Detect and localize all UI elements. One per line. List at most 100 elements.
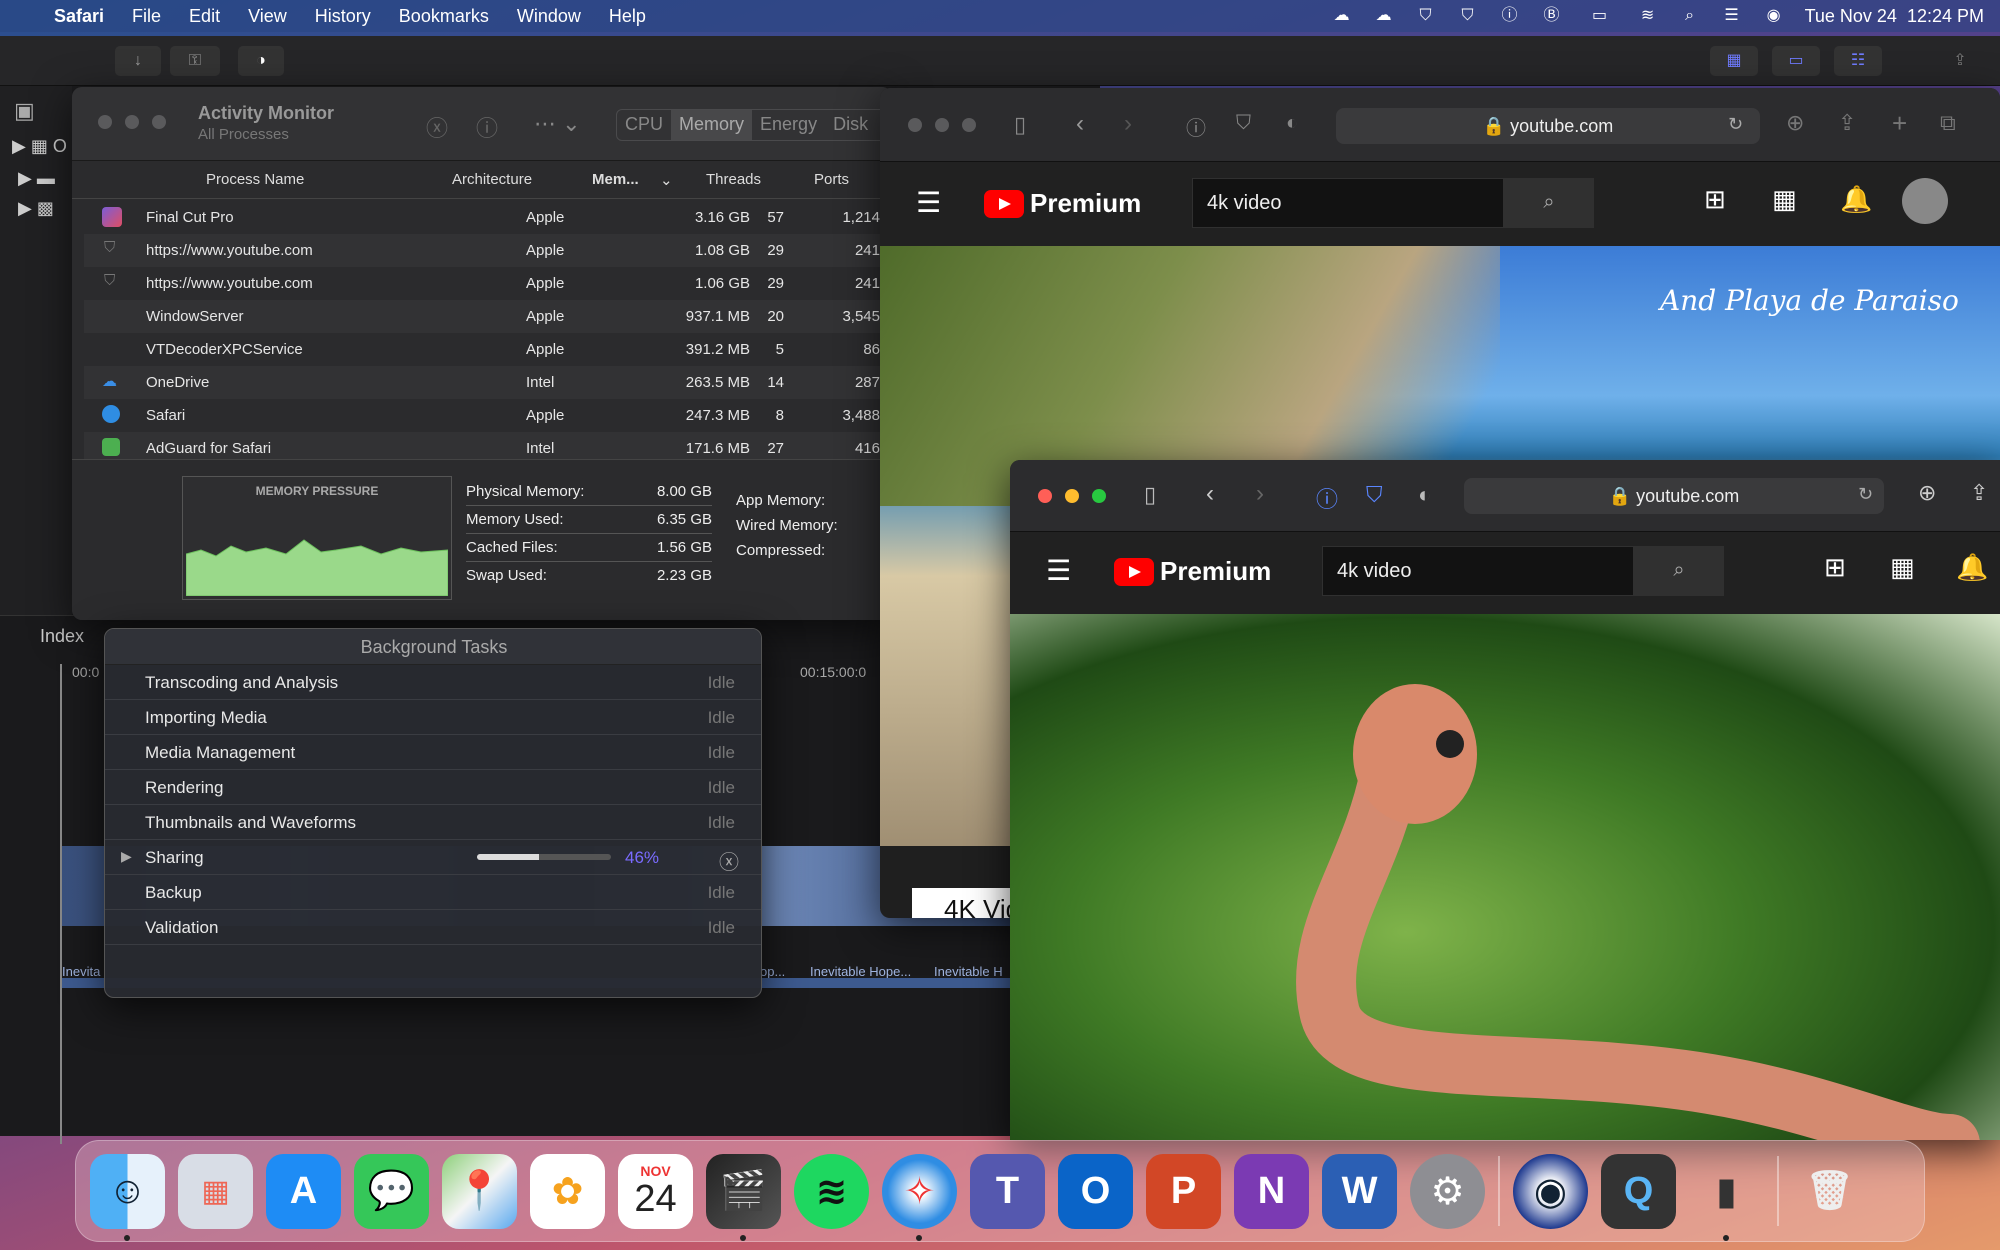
dock-photos-icon[interactable]: ✿ xyxy=(530,1153,605,1229)
task-row[interactable]: Thumbnails and Waveforms Idle xyxy=(105,805,761,840)
table-row[interactable]: AdGuard for Safari Intel 171.6 MB 27 416 xyxy=(84,432,884,459)
apps-icon[interactable]: ▦ xyxy=(1772,184,1797,215)
tabs-overview-icon[interactable]: ⧉ xyxy=(1940,110,1956,136)
task-row[interactable]: Backup Idle xyxy=(105,875,761,910)
col-threads[interactable]: Threads xyxy=(706,171,761,188)
close-button[interactable] xyxy=(1038,489,1052,503)
share-icon[interactable]: ⇪ xyxy=(1970,480,1988,506)
menu-bookmarks[interactable]: Bookmarks xyxy=(385,6,503,27)
apps-icon[interactable]: ▦ xyxy=(1890,552,1915,583)
key-icon[interactable]: ⚿ xyxy=(170,46,220,76)
col-process-name[interactable]: Process Name xyxy=(206,171,304,188)
back-icon[interactable]: ‹ xyxy=(1206,480,1214,508)
password-icon[interactable]: ⓘ xyxy=(1499,7,1521,25)
tab-memory[interactable]: Memory xyxy=(671,110,753,140)
inspector-icon[interactable]: ☷ xyxy=(1834,46,1882,76)
close-button[interactable] xyxy=(98,115,112,129)
bitwarden-icon[interactable]: Ⓑ xyxy=(1541,7,1563,25)
notifications-icon[interactable]: 🔔 xyxy=(1956,552,1988,583)
tab-energy[interactable]: Energy xyxy=(752,110,825,140)
table-row[interactable]: VTDecoderXPCService Apple 391.2 MB 5 86 xyxy=(84,333,884,366)
dock-word-icon[interactable]: W xyxy=(1322,1153,1397,1229)
cancel-icon[interactable]: ⓧ xyxy=(719,846,739,875)
dock-system-preferences-icon[interactable]: ⚙ xyxy=(1410,1153,1485,1229)
wifi-icon[interactable]: ≋ xyxy=(1637,7,1659,25)
zoom-button[interactable] xyxy=(152,115,166,129)
browser-view-icon[interactable]: ▦ xyxy=(1710,46,1758,76)
dock-istat-icon[interactable]: ▮ xyxy=(1689,1154,1764,1241)
tab-disk[interactable]: Disk xyxy=(825,110,876,140)
forward-icon[interactable]: › xyxy=(1256,480,1264,508)
dock-cinema4d-icon[interactable]: ◉ xyxy=(1513,1153,1588,1229)
share-icon[interactable]: ⇪ xyxy=(1940,46,1980,76)
privacy-icon[interactable]: ◐ xyxy=(1418,482,1431,508)
menubar-clock[interactable]: Tue Nov 24 12:24 PM xyxy=(1805,6,1984,27)
control-center-icon[interactable]: ☰ xyxy=(1721,7,1743,25)
menu-file[interactable]: File xyxy=(118,6,175,27)
menu-edit[interactable]: Edit xyxy=(175,6,234,27)
forward-icon[interactable]: › xyxy=(1124,110,1132,138)
dock-outlook-icon[interactable]: O xyxy=(1058,1153,1133,1229)
table-row[interactable]: WindowServer Apple 937.1 MB 20 3,545 xyxy=(84,300,884,333)
sidebar-icon[interactable]: ▯ xyxy=(1144,482,1156,508)
dock-trash-icon[interactable]: 🗑 xyxy=(1792,1154,1867,1229)
dock-calendar-icon[interactable]: NOV 24 xyxy=(618,1153,693,1229)
sidebar-icon[interactable]: ▯ xyxy=(1014,112,1026,138)
task-row[interactable]: Rendering Idle xyxy=(105,770,761,805)
dock-onenote-icon[interactable]: N xyxy=(1234,1153,1309,1229)
dock-powerpoint-icon[interactable]: P xyxy=(1146,1153,1221,1229)
search-input[interactable]: 4k video xyxy=(1322,546,1634,596)
notifications-icon[interactable]: 🔔 xyxy=(1840,184,1872,215)
create-video-icon[interactable]: ⊞ xyxy=(1704,184,1726,215)
table-row[interactable]: ☁ OneDrive Intel 263.5 MB 14 287 xyxy=(84,366,884,399)
password-icon[interactable]: ⓘ xyxy=(1316,482,1338,514)
table-row[interactable]: ⛉ https://www.youtube.com Apple 1.06 GB … xyxy=(84,267,884,300)
timeline-view-icon[interactable]: ▭ xyxy=(1772,46,1820,76)
search-input[interactable]: 4k video xyxy=(1192,178,1504,228)
progress-icon[interactable]: ◑ xyxy=(238,46,284,76)
minimize-button[interactable] xyxy=(935,118,949,132)
download-icon[interactable]: ⊕ xyxy=(1918,480,1936,506)
libraries-icon[interactable]: ▣ xyxy=(14,98,35,124)
zoom-button[interactable] xyxy=(962,118,976,132)
zoom-button[interactable] xyxy=(1092,489,1106,503)
cloud-icon[interactable]: ☁ xyxy=(1331,7,1353,25)
task-row[interactable]: Media Management Idle xyxy=(105,735,761,770)
shield-icon[interactable]: ⛉ xyxy=(1457,7,1479,25)
col-architecture[interactable]: Architecture xyxy=(452,171,532,188)
minimize-button[interactable] xyxy=(1065,489,1079,503)
dock-finder-icon[interactable]: ☺ xyxy=(90,1153,165,1241)
dock-quicktime-icon[interactable]: Q xyxy=(1601,1153,1676,1229)
index-button[interactable]: Index xyxy=(40,626,84,647)
dock-safari-icon[interactable]: ✧ xyxy=(882,1153,957,1241)
reload-icon[interactable]: ↻ xyxy=(1858,484,1873,505)
chevron-down-icon[interactable]: ⌄ xyxy=(660,171,673,189)
stop-process-icon[interactable]: ⓧ xyxy=(426,111,448,143)
menu-view[interactable]: View xyxy=(234,6,301,27)
shield-icon[interactable]: ⛉ xyxy=(1366,482,1383,508)
hamburger-icon[interactable]: ☰ xyxy=(1046,554,1071,587)
reload-icon[interactable]: ↻ xyxy=(1728,114,1743,135)
share-icon[interactable]: ⇪ xyxy=(1838,110,1856,136)
create-video-icon[interactable]: ⊞ xyxy=(1824,552,1846,583)
tab-cpu[interactable]: CPU xyxy=(617,110,671,140)
avatar[interactable] xyxy=(1902,178,1948,224)
search-button[interactable]: ⌕ xyxy=(1504,178,1594,228)
dock-teams-icon[interactable]: T xyxy=(970,1153,1045,1229)
download-icon[interactable]: ⊕ xyxy=(1786,110,1804,136)
task-row-sharing[interactable]: ▶ Sharing 46% ⓧ xyxy=(105,840,761,875)
info-icon[interactable]: ⓘ xyxy=(476,111,498,143)
close-button[interactable] xyxy=(908,118,922,132)
battery-icon[interactable]: ▭ xyxy=(1583,7,1617,25)
youtube-logo[interactable]: Premium xyxy=(1114,556,1271,587)
task-row[interactable]: Importing Media Idle xyxy=(105,700,761,735)
search-icon[interactable]: ⌕ xyxy=(1679,7,1701,25)
password-icon[interactable]: ⓘ xyxy=(1186,112,1206,141)
disclosure-triangle-icon[interactable]: ▶ xyxy=(121,848,132,865)
dock-app-store-icon[interactable]: A xyxy=(266,1153,341,1229)
hamburger-icon[interactable]: ☰ xyxy=(916,186,941,219)
menu-history[interactable]: History xyxy=(301,6,385,27)
dock-launchpad-icon[interactable]: ▦ xyxy=(178,1153,253,1229)
event-row[interactable]: ▶ ▬ xyxy=(18,168,55,189)
menu-help[interactable]: Help xyxy=(595,6,660,27)
